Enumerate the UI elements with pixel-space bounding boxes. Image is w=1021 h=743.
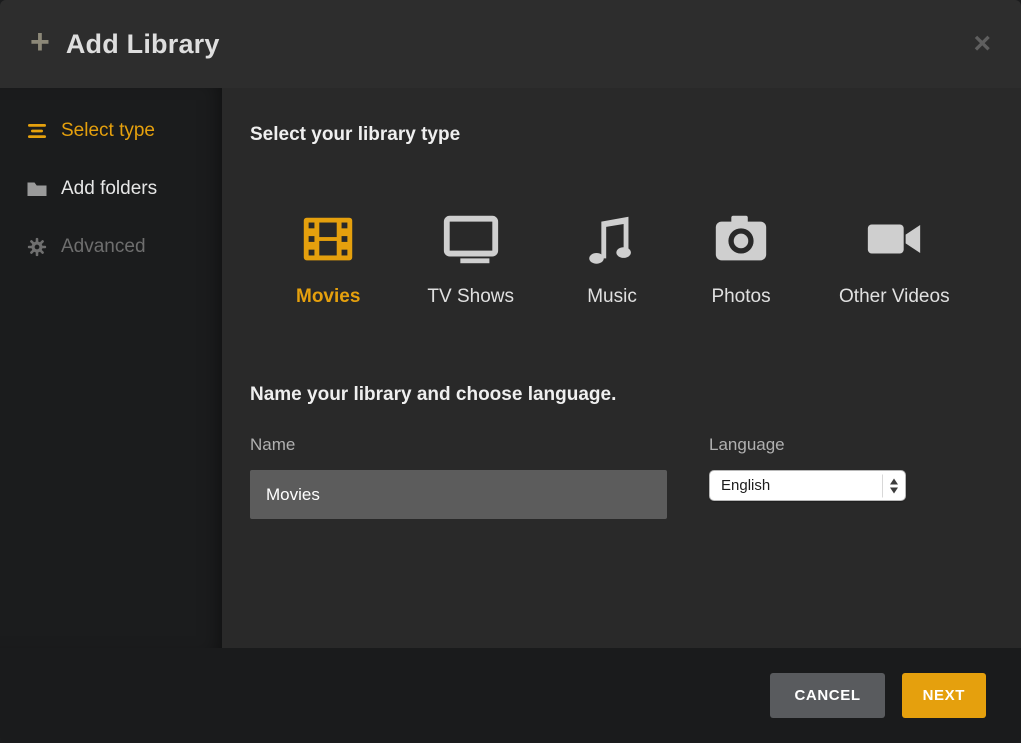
folder-icon <box>26 178 48 200</box>
library-type-movies[interactable]: Movies <box>296 208 360 308</box>
camcorder-icon <box>863 208 925 270</box>
library-type-label: TV Shows <box>427 286 514 308</box>
add-library-dialog: + Add Library × Select type Add folders <box>0 0 1021 743</box>
dialog-title: Add Library <box>66 29 220 60</box>
library-type-tv-shows[interactable]: TV Shows <box>427 208 514 308</box>
sidebar-item-label: Advanced <box>61 236 146 258</box>
language-select[interactable]: English <box>709 470 906 501</box>
name-section-title: Name your library and choose language. <box>250 384 616 406</box>
library-type-label: Movies <box>296 286 360 308</box>
dialog-body: Select your library type <box>222 88 1021 648</box>
camera-icon <box>710 208 772 270</box>
cancel-button[interactable]: CANCEL <box>770 673 884 718</box>
film-icon <box>297 208 359 270</box>
select-stepper-icon <box>882 474 898 497</box>
dialog-header: + Add Library × <box>0 0 1021 88</box>
library-type-other-videos[interactable]: Other Videos <box>839 208 950 308</box>
type-section-title: Select your library type <box>250 124 460 146</box>
gear-icon <box>26 236 48 258</box>
language-selected-value: English <box>721 477 770 494</box>
language-field-label: Language <box>709 435 785 455</box>
add-icon: + <box>30 25 50 59</box>
sidebar-item-label: Select type <box>61 120 155 142</box>
music-note-icon <box>581 208 643 270</box>
library-type-list: Movies TV Shows Music <box>296 208 950 308</box>
sidebar-item-advanced: Advanced <box>0 218 222 276</box>
next-button[interactable]: NEXT <box>902 673 986 718</box>
sidebar-item-select-type[interactable]: Select type <box>0 102 222 160</box>
name-field-label: Name <box>250 435 295 455</box>
list-icon <box>26 120 48 142</box>
library-type-photos[interactable]: Photos <box>710 208 772 308</box>
close-icon[interactable]: × <box>973 29 991 59</box>
dialog-footer: CANCEL NEXT <box>0 648 1021 743</box>
sidebar-item-add-folders[interactable]: Add folders <box>0 160 222 218</box>
library-type-label: Music <box>587 286 637 308</box>
library-type-label: Other Videos <box>839 286 950 308</box>
sidebar-item-label: Add folders <box>61 178 157 200</box>
wizard-sidebar: Select type Add folders Advanced <box>0 88 222 648</box>
library-name-input[interactable] <box>250 470 667 519</box>
library-type-music[interactable]: Music <box>581 208 643 308</box>
library-type-label: Photos <box>711 286 770 308</box>
tv-icon <box>440 208 502 270</box>
